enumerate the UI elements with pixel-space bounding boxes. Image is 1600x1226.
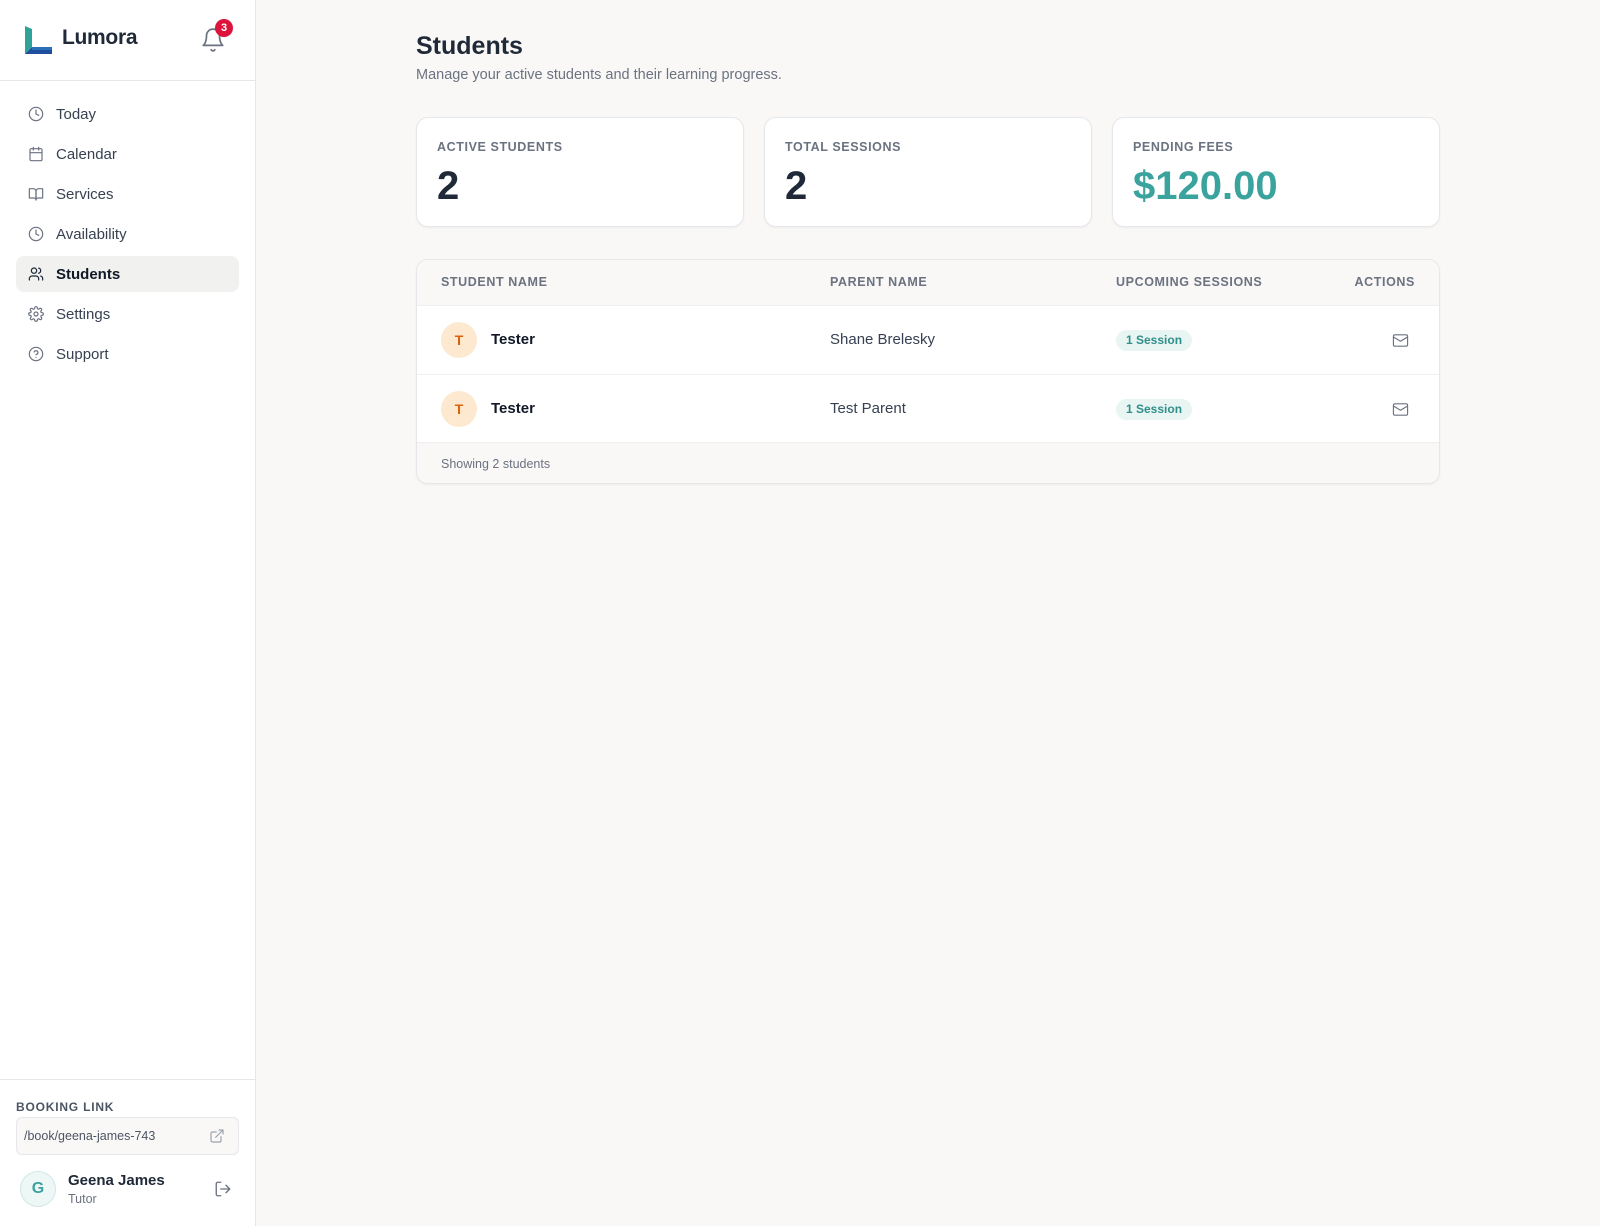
sidebar-item-today[interactable]: Today bbox=[16, 96, 239, 132]
session-badge: 1 Session bbox=[1116, 330, 1193, 351]
sidebar-item-label: Settings bbox=[56, 305, 111, 323]
calendar-icon bbox=[28, 146, 44, 162]
stat-card-total-sessions: TOTAL SESSIONS 2 bbox=[764, 117, 1092, 227]
sidebar-item-label: Services bbox=[56, 185, 114, 203]
sidebar-item-label: Calendar bbox=[56, 145, 117, 163]
gear-icon bbox=[28, 306, 44, 322]
parent-name: Test Parent bbox=[830, 400, 906, 417]
sidebar-item-label: Today bbox=[56, 105, 97, 123]
page-subtitle: Manage your active students and their le… bbox=[416, 67, 782, 83]
table-count-text: Showing 2 students bbox=[441, 457, 551, 471]
student-avatar: T bbox=[441, 322, 477, 358]
sidebar-item-availability[interactable]: Availability bbox=[16, 216, 239, 252]
column-header-student-name: STUDENT NAME bbox=[441, 275, 548, 289]
sidebar-item-support[interactable]: Support bbox=[16, 336, 239, 372]
sidebar-item-calendar[interactable]: Calendar bbox=[16, 136, 239, 172]
table-footer: Showing 2 students bbox=[417, 442, 1439, 483]
sidebar-item-students[interactable]: Students bbox=[16, 256, 239, 292]
student-name[interactable]: Tester bbox=[491, 400, 535, 417]
app-name: Lumora bbox=[62, 26, 138, 49]
booking-link-label: BOOKING LINK bbox=[16, 1100, 115, 1114]
sidebar-item-label: Support bbox=[56, 345, 109, 363]
book-icon bbox=[28, 186, 44, 202]
external-link-icon[interactable] bbox=[209, 1128, 225, 1144]
table-row[interactable]: T Tester Shane Brelesky 1 Session bbox=[417, 305, 1439, 374]
sidebar-footer: BOOKING LINK /book/geena-james-743 G Gee… bbox=[0, 1079, 255, 1226]
column-header-upcoming-sessions: UPCOMING SESSIONS bbox=[1116, 275, 1263, 289]
lumora-logo-icon[interactable] bbox=[24, 26, 52, 54]
table-header: STUDENT NAME PARENT NAME UPCOMING SESSIO… bbox=[417, 260, 1439, 305]
sidebar-item-label: Availability bbox=[56, 225, 127, 243]
users-icon bbox=[28, 266, 44, 282]
table-row[interactable]: T Tester Test Parent 1 Session bbox=[417, 374, 1439, 443]
students-table: STUDENT NAME PARENT NAME UPCOMING SESSIO… bbox=[416, 259, 1440, 484]
column-header-parent-name: PARENT NAME bbox=[830, 275, 928, 289]
parent-name: Shane Brelesky bbox=[830, 331, 936, 348]
help-circle-icon bbox=[28, 346, 44, 362]
booking-link-url[interactable]: /book/geena-james-743 bbox=[24, 1129, 155, 1143]
column-header-actions: ACTIONS bbox=[1354, 275, 1415, 289]
stat-label: TOTAL SESSIONS bbox=[785, 140, 902, 154]
sidebar-item-settings[interactable]: Settings bbox=[16, 296, 239, 332]
stat-value: $120.00 bbox=[1133, 164, 1278, 208]
clock-icon bbox=[28, 106, 44, 122]
booking-link-box[interactable]: /book/geena-james-743 bbox=[16, 1117, 239, 1155]
page-title: Students bbox=[416, 32, 523, 60]
clock-icon bbox=[28, 226, 44, 242]
sidebar-item-label: Students bbox=[56, 265, 121, 283]
student-avatar: T bbox=[441, 391, 477, 427]
mail-icon[interactable] bbox=[1392, 332, 1409, 349]
avatar: G bbox=[20, 1171, 56, 1207]
sidebar-nav: Today Calendar Services Availability Stu… bbox=[16, 96, 239, 376]
mail-icon[interactable] bbox=[1392, 401, 1409, 418]
stat-card-active-students: ACTIVE STUDENTS 2 bbox=[416, 117, 744, 227]
user-role: Tutor bbox=[68, 1192, 97, 1206]
stat-label: ACTIVE STUDENTS bbox=[437, 140, 563, 154]
stat-label: PENDING FEES bbox=[1133, 140, 1234, 154]
sidebar-item-services[interactable]: Services bbox=[16, 176, 239, 212]
student-name[interactable]: Tester bbox=[491, 331, 535, 348]
stat-value: 2 bbox=[785, 164, 808, 208]
brand-header: Lumora 3 bbox=[0, 0, 255, 81]
stat-card-pending-fees: PENDING FEES $120.00 bbox=[1112, 117, 1440, 227]
notification-badge: 3 bbox=[215, 19, 233, 37]
sidebar: Lumora 3 Today Calendar Services Availab… bbox=[0, 0, 256, 1226]
user-name: Geena James bbox=[68, 1172, 165, 1189]
session-badge: 1 Session bbox=[1116, 399, 1193, 420]
logout-icon[interactable] bbox=[214, 1180, 232, 1198]
stat-value: 2 bbox=[437, 164, 460, 208]
